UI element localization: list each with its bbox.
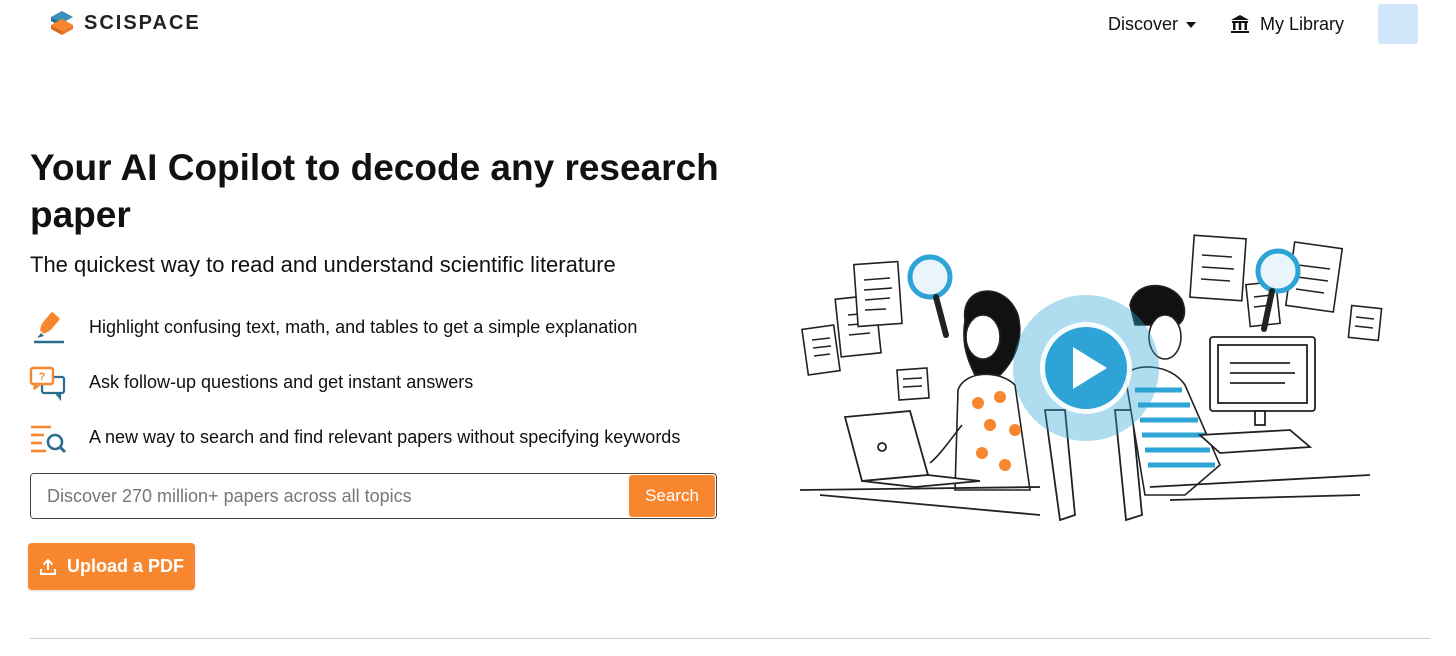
search-button[interactable]: Search xyxy=(629,475,715,517)
scispace-logo-icon xyxy=(51,11,73,35)
user-avatar[interactable] xyxy=(1378,4,1418,44)
top-navbar: SCISPACE Discover My Library xyxy=(0,0,1456,52)
document-icon xyxy=(801,324,841,376)
search-list-icon xyxy=(28,418,68,458)
feature-text: A new way to search and find relevant pa… xyxy=(89,427,681,447)
feature-item-highlight: Highlight confusing text, math, and tabl… xyxy=(28,300,680,355)
logo-text: SCISPACE xyxy=(84,11,201,34)
document-icon xyxy=(1189,234,1247,302)
page-subtitle: The quickest way to read and understand … xyxy=(30,252,616,277)
feature-list: Highlight confusing text, math, and tabl… xyxy=(28,300,680,465)
hero-illustration xyxy=(799,234,1383,522)
search-input[interactable] xyxy=(31,474,628,518)
upload-pdf-button[interactable]: Upload a PDF xyxy=(28,543,195,590)
scispace-logo[interactable]: SCISPACE xyxy=(48,9,201,37)
svg-text:?: ? xyxy=(39,371,46,383)
my-library-link[interactable]: My Library xyxy=(1230,14,1344,35)
library-icon xyxy=(1230,15,1249,33)
document-icon xyxy=(896,367,930,401)
highlighter-icon xyxy=(28,308,68,348)
upload-icon xyxy=(39,558,56,575)
section-divider xyxy=(30,638,1430,639)
video-play-button[interactable] xyxy=(1013,295,1159,441)
page-title: Your AI Copilot to decode any research p… xyxy=(30,147,719,235)
magnifier-icon xyxy=(907,254,953,338)
chat-question-icon: ? xyxy=(28,363,68,403)
feature-item-ask: ? Ask follow-up questions and get instan… xyxy=(28,355,680,410)
document-icon xyxy=(1347,304,1383,342)
monitor-icon xyxy=(1197,336,1316,454)
feature-item-search: A new way to search and find relevant pa… xyxy=(28,410,680,465)
document-icon xyxy=(852,260,903,328)
caret-down-icon xyxy=(1185,22,1196,28)
discover-label: Discover xyxy=(1107,13,1178,34)
feature-text: Highlight confusing text, math, and tabl… xyxy=(89,317,638,337)
search-bar: Search xyxy=(30,473,717,519)
desk xyxy=(799,486,1041,516)
feature-text: Ask follow-up questions and get instant … xyxy=(89,372,474,392)
upload-label: Upload a PDF xyxy=(66,556,184,576)
nav-menu: Discover My Library xyxy=(1108,4,1418,44)
discover-dropdown[interactable]: Discover xyxy=(1108,14,1196,35)
my-library-label: My Library xyxy=(1259,13,1344,34)
